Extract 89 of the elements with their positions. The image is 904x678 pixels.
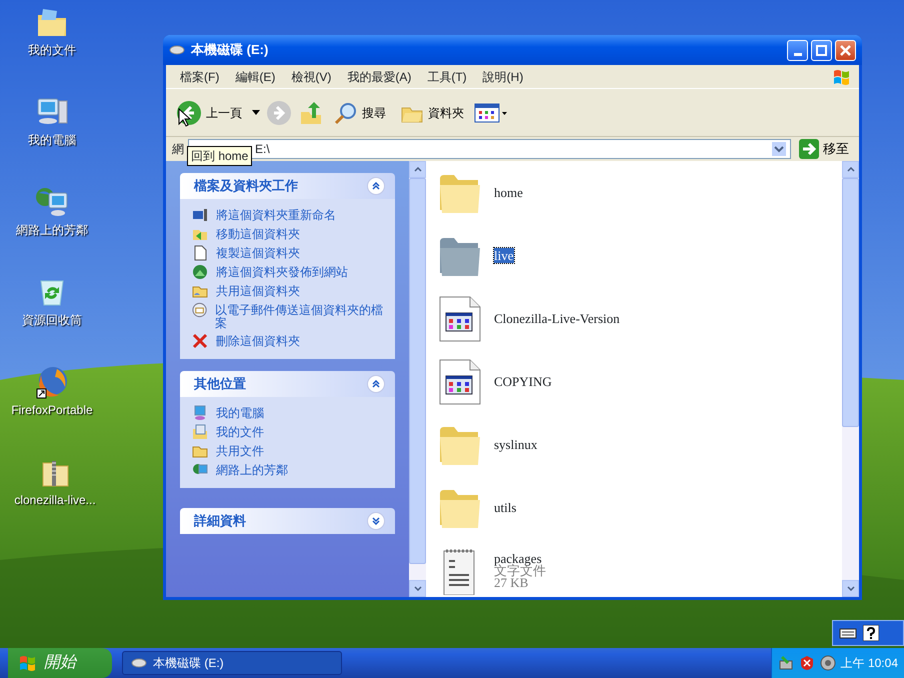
menu-item[interactable]: 工具(T) <box>419 66 475 88</box>
drive-icon <box>131 658 147 668</box>
address-label: 網 <box>172 141 184 158</box>
task-link[interactable]: 以電子郵件傳送這個資料夾的檔案 <box>215 302 385 330</box>
task-pane-title: 詳細資料 <box>194 512 246 530</box>
copy-icon <box>192 245 208 261</box>
task-link[interactable]: 共用這個資料夾 <box>216 283 300 298</box>
menu-item[interactable]: 檔案(F) <box>172 66 228 88</box>
rename-icon <box>192 207 208 223</box>
help-icon[interactable] <box>863 625 879 641</box>
shield-icon[interactable] <box>798 655 815 671</box>
scroll-down-button[interactable] <box>409 580 426 597</box>
windows-logo-icon <box>18 654 38 672</box>
file-name[interactable]: utils <box>494 500 516 516</box>
search-button[interactable]: 搜尋 <box>330 98 390 126</box>
file-name[interactable]: Clonezilla-Live-Version <box>494 311 620 326</box>
file-name[interactable]: syslinux <box>494 437 538 452</box>
delete-icon <box>192 333 208 349</box>
close-icon <box>840 44 851 56</box>
desktop-icon-label[interactable]: FirefoxPortable <box>2 401 102 419</box>
clock: 上午 10:04 <box>840 655 898 672</box>
task-link[interactable]: 刪除這個資料夾 <box>216 333 300 348</box>
expand-button[interactable] <box>367 512 385 530</box>
task-link[interactable]: 我的文件 <box>216 424 264 439</box>
start-button[interactable]: 開始 <box>8 648 112 678</box>
collapse-button[interactable] <box>367 177 385 195</box>
keyboard-icon[interactable] <box>839 626 857 640</box>
computer-icon <box>192 405 208 421</box>
maximize-icon <box>816 44 827 56</box>
task-link[interactable]: 將這個資料夾發佈到網站 <box>216 264 348 279</box>
scroll-down-button[interactable] <box>842 580 859 597</box>
task-link[interactable]: 我的電腦 <box>216 405 264 420</box>
scrollbar-thumb[interactable] <box>842 178 859 428</box>
file-name[interactable]: live <box>494 248 514 264</box>
task-pane-title: 其他位置 <box>194 375 246 394</box>
search-icon <box>334 100 358 124</box>
folder-up-icon[interactable] <box>298 100 324 126</box>
file-detail: 27 KB <box>494 577 528 589</box>
task-link[interactable]: 複製這個資料夾 <box>216 245 300 260</box>
task-pane-title: 檔案及資料夾工作 <box>194 177 298 196</box>
desktop-icon-label[interactable]: 網路上的芳鄰 <box>2 221 102 239</box>
taskbar-button[interactable]: 本機磁碟 (E:) <box>122 651 342 675</box>
up-chevron-icon <box>846 167 854 172</box>
desktop-icon-label[interactable]: 我的文件 <box>2 41 102 59</box>
mouse-pointer-icon <box>178 108 192 128</box>
maximize-button[interactable] <box>811 40 832 60</box>
file-name[interactable]: home <box>494 185 523 200</box>
drive-icon <box>169 45 185 55</box>
task-link[interactable]: 將這個資料夾重新命名 <box>216 207 336 222</box>
down-chevron-icon <box>846 586 854 591</box>
globe-icon <box>192 264 208 280</box>
desktop-icon-label[interactable]: 我的電腦 <box>2 131 102 149</box>
documents-icon <box>192 424 208 440</box>
file-detail: 文字文件 <box>494 565 546 577</box>
desktop-icon-label[interactable]: clonezilla-live... <box>5 491 105 509</box>
file-name[interactable]: packages <box>494 553 546 565</box>
desktop-network-computer-icon[interactable] <box>35 185 69 219</box>
task-link[interactable]: 網路上的芳鄰 <box>216 462 288 477</box>
folders-button[interactable]: 資料夾 <box>396 100 468 126</box>
menu-item[interactable]: 檢視(V) <box>283 66 340 88</box>
task-link[interactable]: 共用文件 <box>216 443 264 458</box>
collapse-button[interactable] <box>367 375 385 393</box>
file-name[interactable]: COPYING <box>494 374 552 390</box>
double-chevron-up-icon <box>372 182 380 190</box>
desktop-icon-label[interactable]: 資源回收筒 <box>2 311 102 329</box>
up-chevron-icon <box>414 167 422 172</box>
double-chevron-down-icon <box>372 517 380 525</box>
minimize-button[interactable] <box>787 40 808 60</box>
window-title: 本機磁碟 (E:) <box>191 41 268 60</box>
scroll-up-button[interactable] <box>409 161 426 178</box>
task-pane-header[interactable]: 詳細資料 <box>180 508 395 534</box>
tooltip: 回到 home <box>187 146 252 166</box>
views-icon[interactable] <box>474 102 508 124</box>
network-tray-icon[interactable] <box>778 655 794 671</box>
minimize-icon <box>794 52 802 56</box>
down-chevron-icon <box>414 586 422 591</box>
scroll-up-button[interactable] <box>842 161 859 178</box>
double-chevron-up-icon <box>372 380 380 388</box>
go-button[interactable]: 移至 <box>795 137 853 161</box>
file-list-scrollbar[interactable] <box>842 161 859 597</box>
dropdown-caret-icon[interactable] <box>252 110 260 116</box>
task-pane-header[interactable]: 其他位置 <box>180 371 395 397</box>
desktop-browser-globe-icon[interactable] <box>35 365 69 399</box>
task-pane-header[interactable]: 檔案及資料夾工作 <box>180 173 395 199</box>
menu-item[interactable]: 說明(H) <box>474 66 532 88</box>
close-button[interactable] <box>835 40 856 60</box>
menu-item[interactable]: 我的最愛(A) <box>339 66 420 88</box>
task-link[interactable]: 移動這個資料夾 <box>216 226 300 241</box>
menu-item[interactable]: 編輯(E) <box>227 66 284 88</box>
